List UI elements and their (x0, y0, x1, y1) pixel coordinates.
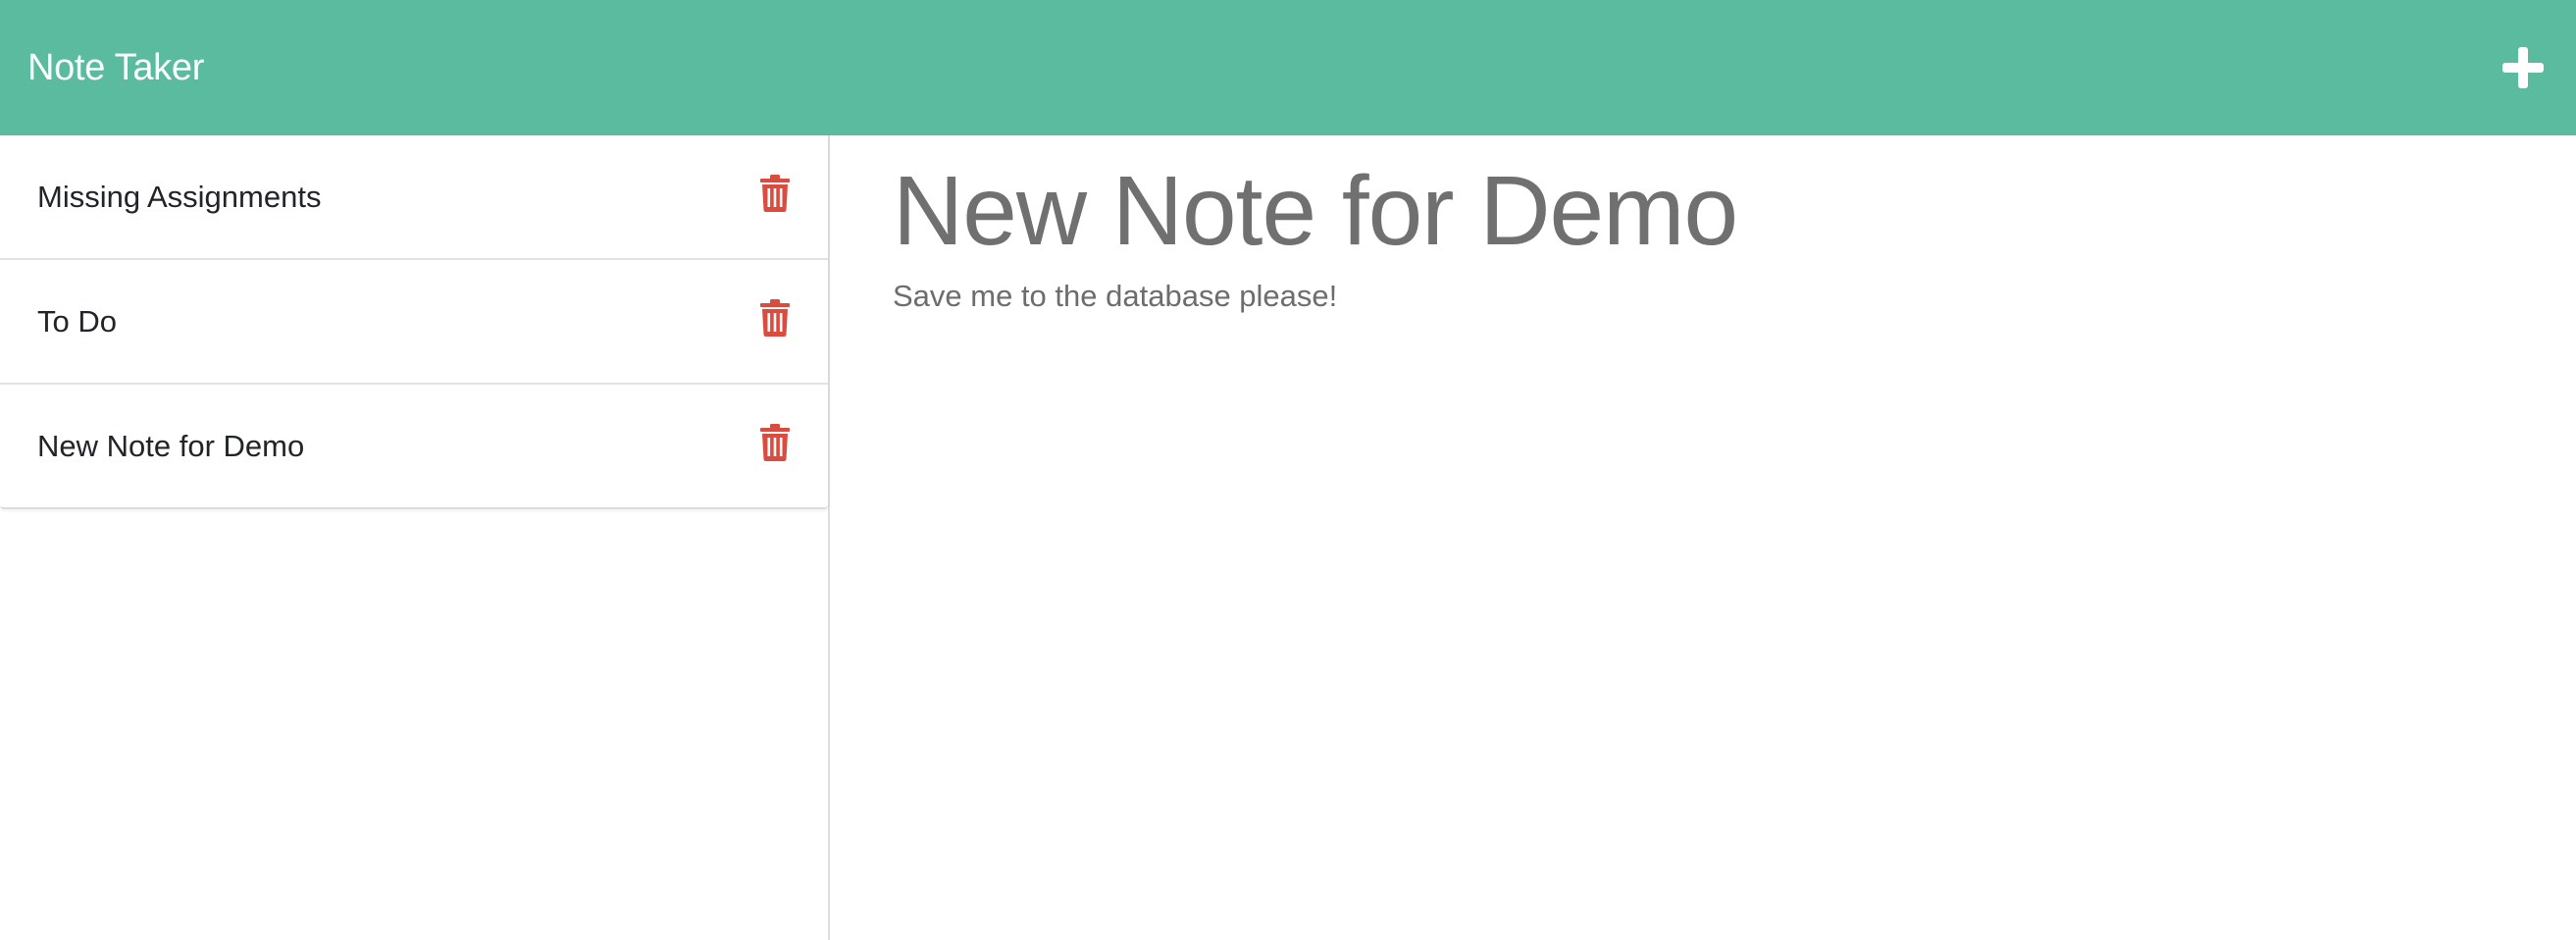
notes-sidebar: Missing Assignments To Do New Note for D… (0, 135, 830, 940)
plus-icon (2502, 47, 2544, 88)
note-list-item-title[interactable]: To Do (37, 304, 117, 339)
note-list: Missing Assignments To Do New Note for D… (0, 135, 828, 509)
note-editor: New Note for Demo Save me to the databas… (832, 135, 2576, 940)
note-list-item[interactable]: New Note for Demo (0, 383, 828, 507)
trash-icon[interactable] (759, 174, 791, 212)
trash-icon[interactable] (759, 423, 791, 461)
brand-title[interactable]: Note Taker (27, 47, 204, 89)
note-list-item-title[interactable]: Missing Assignments (37, 180, 321, 215)
note-list-item-title[interactable]: New Note for Demo (37, 429, 304, 464)
note-list-item[interactable]: Missing Assignments (0, 135, 828, 258)
note-list-item[interactable]: To Do (0, 258, 828, 383)
new-note-button[interactable] (2499, 44, 2547, 91)
note-text-field[interactable]: Save me to the database please! (893, 279, 2576, 314)
note-title-field[interactable]: New Note for Demo (893, 157, 2576, 265)
navbar: Note Taker (0, 0, 2576, 135)
trash-icon[interactable] (759, 298, 791, 337)
